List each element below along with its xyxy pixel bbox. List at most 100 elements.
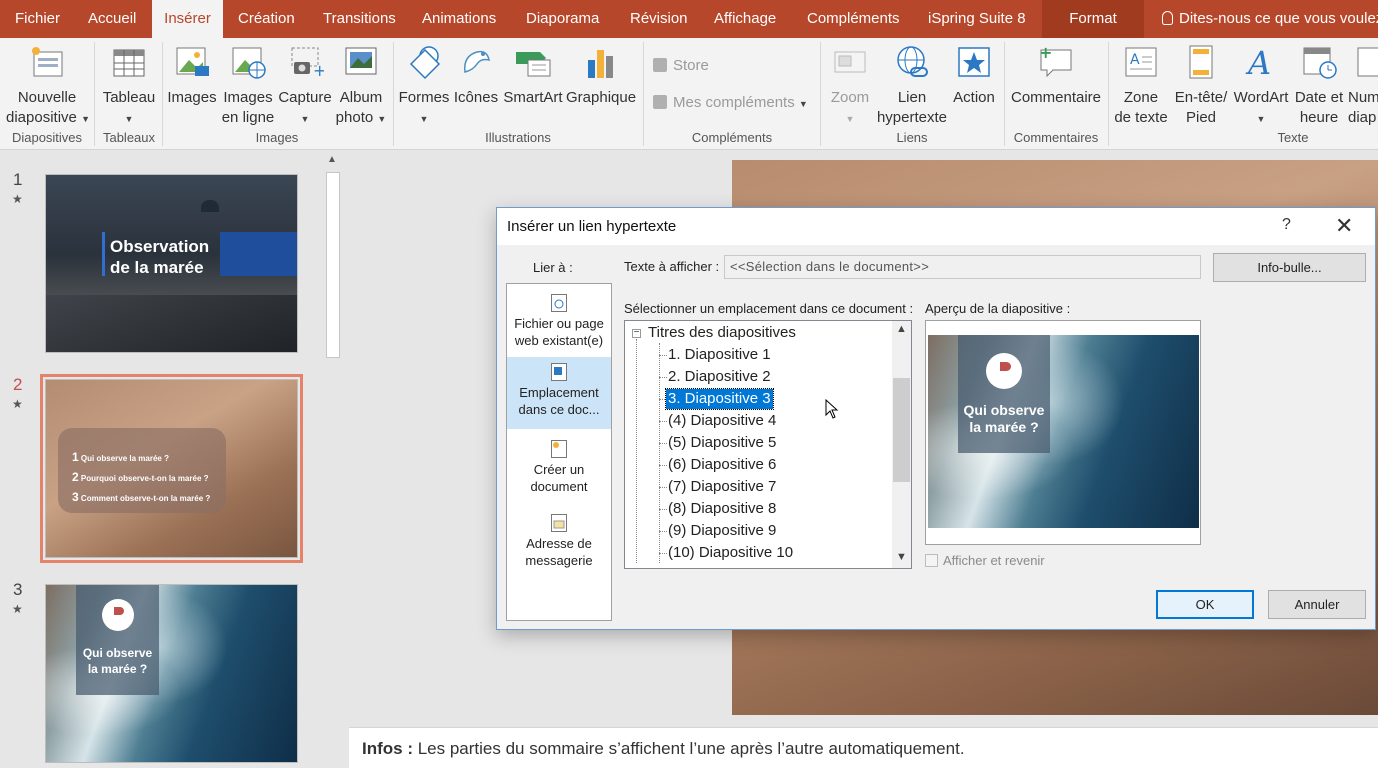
addins-icon — [653, 95, 667, 109]
tree-item-slide[interactable]: (10) Diapositive 10 — [668, 543, 793, 563]
checkbox-box[interactable] — [925, 554, 938, 567]
shapes-button[interactable]: Formes ▼ — [397, 44, 451, 129]
tell-me-box[interactable]: Dites-nous ce que vous voulez — [1162, 0, 1378, 38]
table-button[interactable]: Tableau ▼ — [100, 44, 158, 129]
collapse-icon[interactable]: − — [632, 328, 641, 338]
slide-thumbnail-2[interactable]: 1 Qui observe la marée ? 2 Pourquoi obse… — [40, 374, 303, 563]
images-button[interactable]: Images — [166, 44, 218, 108]
smartart-button[interactable]: SmartArt — [502, 44, 564, 108]
tab-affichage[interactable]: Affichage — [714, 0, 776, 38]
header-footer-button[interactable]: En-tête/ Pied — [1172, 44, 1230, 128]
text-to-display-field[interactable]: <<Sélection dans le document>> — [724, 255, 1201, 279]
notes-pane[interactable]: Infos : Les parties du sommaire s’affich… — [349, 727, 1378, 768]
action-button[interactable]: Action — [950, 44, 998, 108]
thumbnails-scrollbar[interactable]: ▲ — [324, 152, 342, 768]
online-images-button[interactable]: Images en ligne — [221, 44, 275, 128]
close-icon[interactable]: ✕ — [1335, 213, 1353, 239]
scroll-down-icon[interactable]: ▼ — [896, 551, 907, 563]
text-box-icon: A — [1122, 44, 1160, 80]
slide-thumbnail-1[interactable]: Observation de la marée — [45, 174, 298, 353]
tree-item-slide[interactable]: 3. Diapositive 3 — [665, 388, 774, 410]
tree-item-slide[interactable]: (7) Diapositive 7 — [668, 477, 776, 497]
title-blue-block — [220, 232, 297, 276]
tab-diaporama[interactable]: Diaporama — [526, 0, 599, 38]
tree-scrollbar[interactable]: ▲ ▼ — [892, 321, 911, 568]
smartart-label: SmartArt — [503, 89, 563, 106]
ribbon: Nouvelle diapositive ▼ Diapositives Tabl… — [0, 38, 1378, 150]
tab-complements[interactable]: Compléments — [807, 0, 900, 38]
hyperlink-button[interactable]: Lien hypertexte — [876, 44, 948, 128]
header-footer-icon — [1182, 44, 1220, 80]
scrollbar-thumb[interactable] — [326, 172, 340, 358]
action-label: Action — [953, 89, 995, 106]
wordart-button[interactable]: A WordArt ▼ — [1232, 44, 1290, 129]
tree-item-slide[interactable]: (4) Diapositive 4 — [668, 411, 776, 431]
table-label: Tableau — [102, 89, 156, 106]
thumb1-title-line-2: de la marée — [110, 258, 204, 277]
email-icon — [551, 514, 567, 532]
tab-inserer[interactable]: Insérer — [152, 0, 223, 38]
zoom-button[interactable]: Zoom ▼ — [824, 44, 876, 129]
lightbulb-icon — [1162, 11, 1173, 25]
tab-animations[interactable]: Animations — [422, 0, 496, 38]
calendar-icon — [1300, 44, 1338, 80]
show-and-return-checkbox[interactable]: Afficher et revenir — [925, 553, 1045, 568]
link-email-address-button[interactable]: Adresse de messagerie — [507, 514, 611, 576]
tree-item-slide[interactable]: (8) Diapositive 8 — [668, 499, 776, 519]
cancel-button[interactable]: Annuler — [1268, 590, 1366, 619]
store-button[interactable]: Store — [653, 57, 709, 74]
link-type-line-1: Adresse de — [526, 536, 592, 551]
link-new-document-button[interactable]: Créer un document — [507, 440, 611, 502]
tab-fichier[interactable]: Fichier — [15, 0, 60, 38]
slide-number-1: 1 — [13, 170, 23, 189]
chart-button[interactable]: Graphique — [566, 44, 636, 108]
slide-number-button[interactable]: Num diap — [1348, 44, 1378, 128]
screentip-button[interactable]: Info-bulle... — [1213, 253, 1366, 282]
ok-button[interactable]: OK — [1156, 590, 1254, 619]
tree-root-slide-titles[interactable]: Titres des diapositives — [648, 323, 796, 343]
online-picture-icon — [229, 44, 267, 80]
tree-scrollbar-thumb[interactable] — [893, 378, 910, 482]
tab-creation[interactable]: Création — [238, 0, 295, 38]
tab-ispring[interactable]: iSpring Suite 8 — [928, 0, 1026, 38]
text-box-label-1: Zone — [1123, 89, 1159, 106]
tab-format[interactable]: Format — [1042, 0, 1144, 38]
new-slide-label-2: diapositive — [6, 109, 77, 126]
zoom-icon — [831, 44, 869, 80]
screenshot-icon: + — [286, 44, 326, 80]
thumb1-title: Observation de la marée — [110, 236, 209, 278]
group-label-images: Images — [255, 130, 299, 145]
help-button[interactable]: ? — [1282, 216, 1291, 234]
slide-thumbnail-3[interactable]: Qui observe la marée ? — [45, 584, 298, 763]
tab-revision[interactable]: Révision — [630, 0, 688, 38]
tree-item-slide[interactable]: (6) Diapositive 6 — [668, 455, 776, 475]
link-place-in-document-button[interactable]: Emplacement dans ce doc... — [507, 357, 611, 429]
tree-item-slide[interactable]: 1. Diapositive 1 — [668, 345, 771, 365]
group-separator — [643, 42, 644, 146]
preview-line-2: la marée ? — [969, 419, 1039, 435]
comment-label: Commentaire — [1010, 89, 1102, 106]
tree-item-slide[interactable]: 2. Diapositive 2 — [668, 367, 771, 387]
link-type-line-2: dans ce doc... — [518, 402, 600, 417]
scroll-up-icon[interactable]: ▲ — [327, 154, 337, 165]
new-slide-button[interactable]: Nouvelle diapositive ▼ — [6, 44, 90, 129]
scroll-up-icon[interactable]: ▲ — [896, 323, 907, 335]
photo-album-button[interactable]: Album photo ▼ — [335, 44, 387, 129]
hyperlink-label-1: Lien — [897, 89, 927, 106]
date-time-button[interactable]: Date et heure — [1292, 44, 1346, 128]
icons-button[interactable]: Icônes — [452, 44, 500, 108]
link-existing-file-button[interactable]: Fichier ou page web existant(e) — [507, 294, 611, 356]
tree-connector — [659, 531, 667, 532]
document-places-tree[interactable]: − Titres des diapositives 1. Diapositive… — [624, 320, 912, 569]
comment-button[interactable]: + Commentaire — [1008, 43, 1104, 108]
agenda-card: 1 Qui observe la marée ? 2 Pourquoi obse… — [58, 428, 226, 513]
text-box-button[interactable]: A Zone de texte — [1112, 44, 1170, 128]
slide-number-3: 3 — [13, 580, 23, 599]
tab-accueil[interactable]: Accueil — [88, 0, 136, 38]
tree-connector — [659, 421, 667, 422]
tab-transitions[interactable]: Transitions — [323, 0, 396, 38]
tree-item-slide[interactable]: (5) Diapositive 5 — [668, 433, 776, 453]
capture-button[interactable]: + Capture ▼ — [277, 44, 333, 129]
tree-item-slide[interactable]: (9) Diapositive 9 — [668, 521, 776, 541]
my-addins-button[interactable]: Mes compléments ▼ — [653, 94, 808, 111]
